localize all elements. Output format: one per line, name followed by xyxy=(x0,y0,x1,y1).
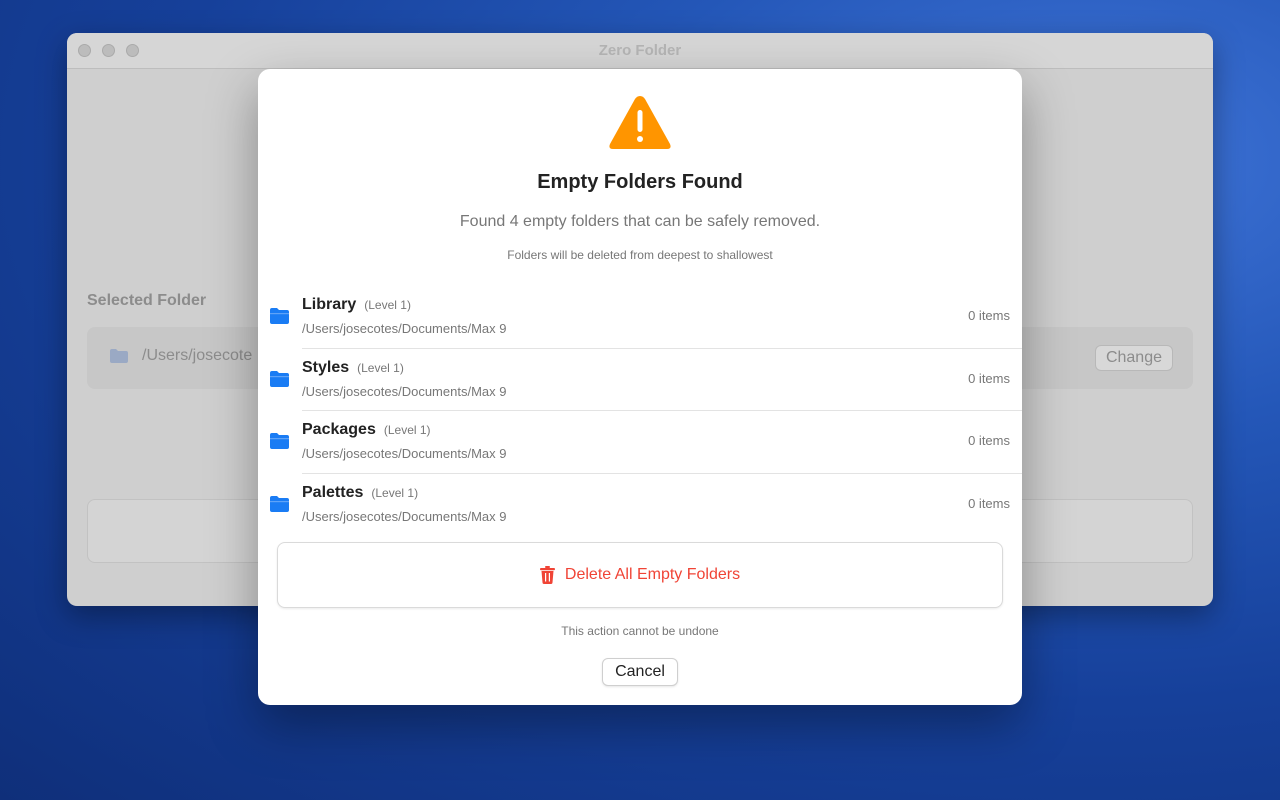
folder-icon xyxy=(270,433,289,449)
folder-item-count: 0 items xyxy=(968,370,1010,386)
cancel-button[interactable]: Cancel xyxy=(602,658,678,686)
folder-path: /Users/josecotes/Documents/Max 9 xyxy=(302,446,507,461)
folder-level: (Level 1) xyxy=(357,360,404,375)
list-item[interactable]: Styles (Level 1) /Users/josecotes/Documen… xyxy=(258,349,1022,411)
folder-item-count: 0 items xyxy=(968,495,1010,511)
folder-item-count: 0 items xyxy=(968,433,1010,448)
folder-path: /Users/josecotes/Documents/Max 9 xyxy=(302,383,507,399)
trash-icon xyxy=(539,566,555,584)
folder-level: (Level 1) xyxy=(371,485,419,500)
list-item[interactable]: Palettes (Level 1) /Users/josecotes/Docum… xyxy=(258,474,1022,537)
empty-folders-dialog: Empty Folders Found Found 4 empty folder… xyxy=(258,69,1022,705)
folder-icon xyxy=(270,370,289,387)
folder-level: (Level 1) xyxy=(364,298,411,312)
selected-folder-label: Selected Folder xyxy=(87,292,207,309)
folder-level: (Level 1) xyxy=(383,423,431,437)
folder-name: Palettes (Level 1) xyxy=(302,483,419,501)
delete-all-button[interactable]: Delete All Empty Folders xyxy=(277,542,1003,608)
window-title: Zero Folder xyxy=(598,42,682,59)
change-folder-button[interactable]: Change xyxy=(1094,345,1173,371)
list-item[interactable]: Library (Level 1) /Users/josecotes/Docume… xyxy=(258,286,1022,349)
deletion-order-note: Folders will be deleted from deepest to … xyxy=(507,248,773,262)
folder-item-count: 0 items xyxy=(968,308,1010,323)
delete-all-label: Delete All Empty Folders xyxy=(564,566,741,583)
folder-list: Library (Level 1) /Users/josecotes/Docume… xyxy=(258,286,1022,536)
folder-icon xyxy=(270,495,289,512)
list-item[interactable]: Packages (Level 1) /Users/josecotes/Docum… xyxy=(258,411,1022,474)
folder-path: /Users/josecotes/Documents/Max 9 xyxy=(302,321,507,336)
folder-path: /Users/josecotes/Documents/Max 9 xyxy=(302,508,507,524)
folder-name: Packages (Level 1) xyxy=(302,421,431,438)
window-titlebar: Zero Folder xyxy=(67,33,1213,69)
folder-icon xyxy=(270,308,289,324)
folder-name: Styles (Level 1) xyxy=(302,358,404,376)
folder-name: Library (Level 1) xyxy=(302,296,411,313)
dialog-title: Empty Folders Found xyxy=(537,171,743,193)
selected-folder-path: /Users/josecote xyxy=(142,347,253,364)
warning-triangle-icon xyxy=(609,96,671,149)
dialog-subtitle: Found 4 empty folders that can be safely… xyxy=(459,213,821,230)
folder-icon xyxy=(110,349,128,363)
undo-warning: This action cannot be undone xyxy=(561,624,719,638)
